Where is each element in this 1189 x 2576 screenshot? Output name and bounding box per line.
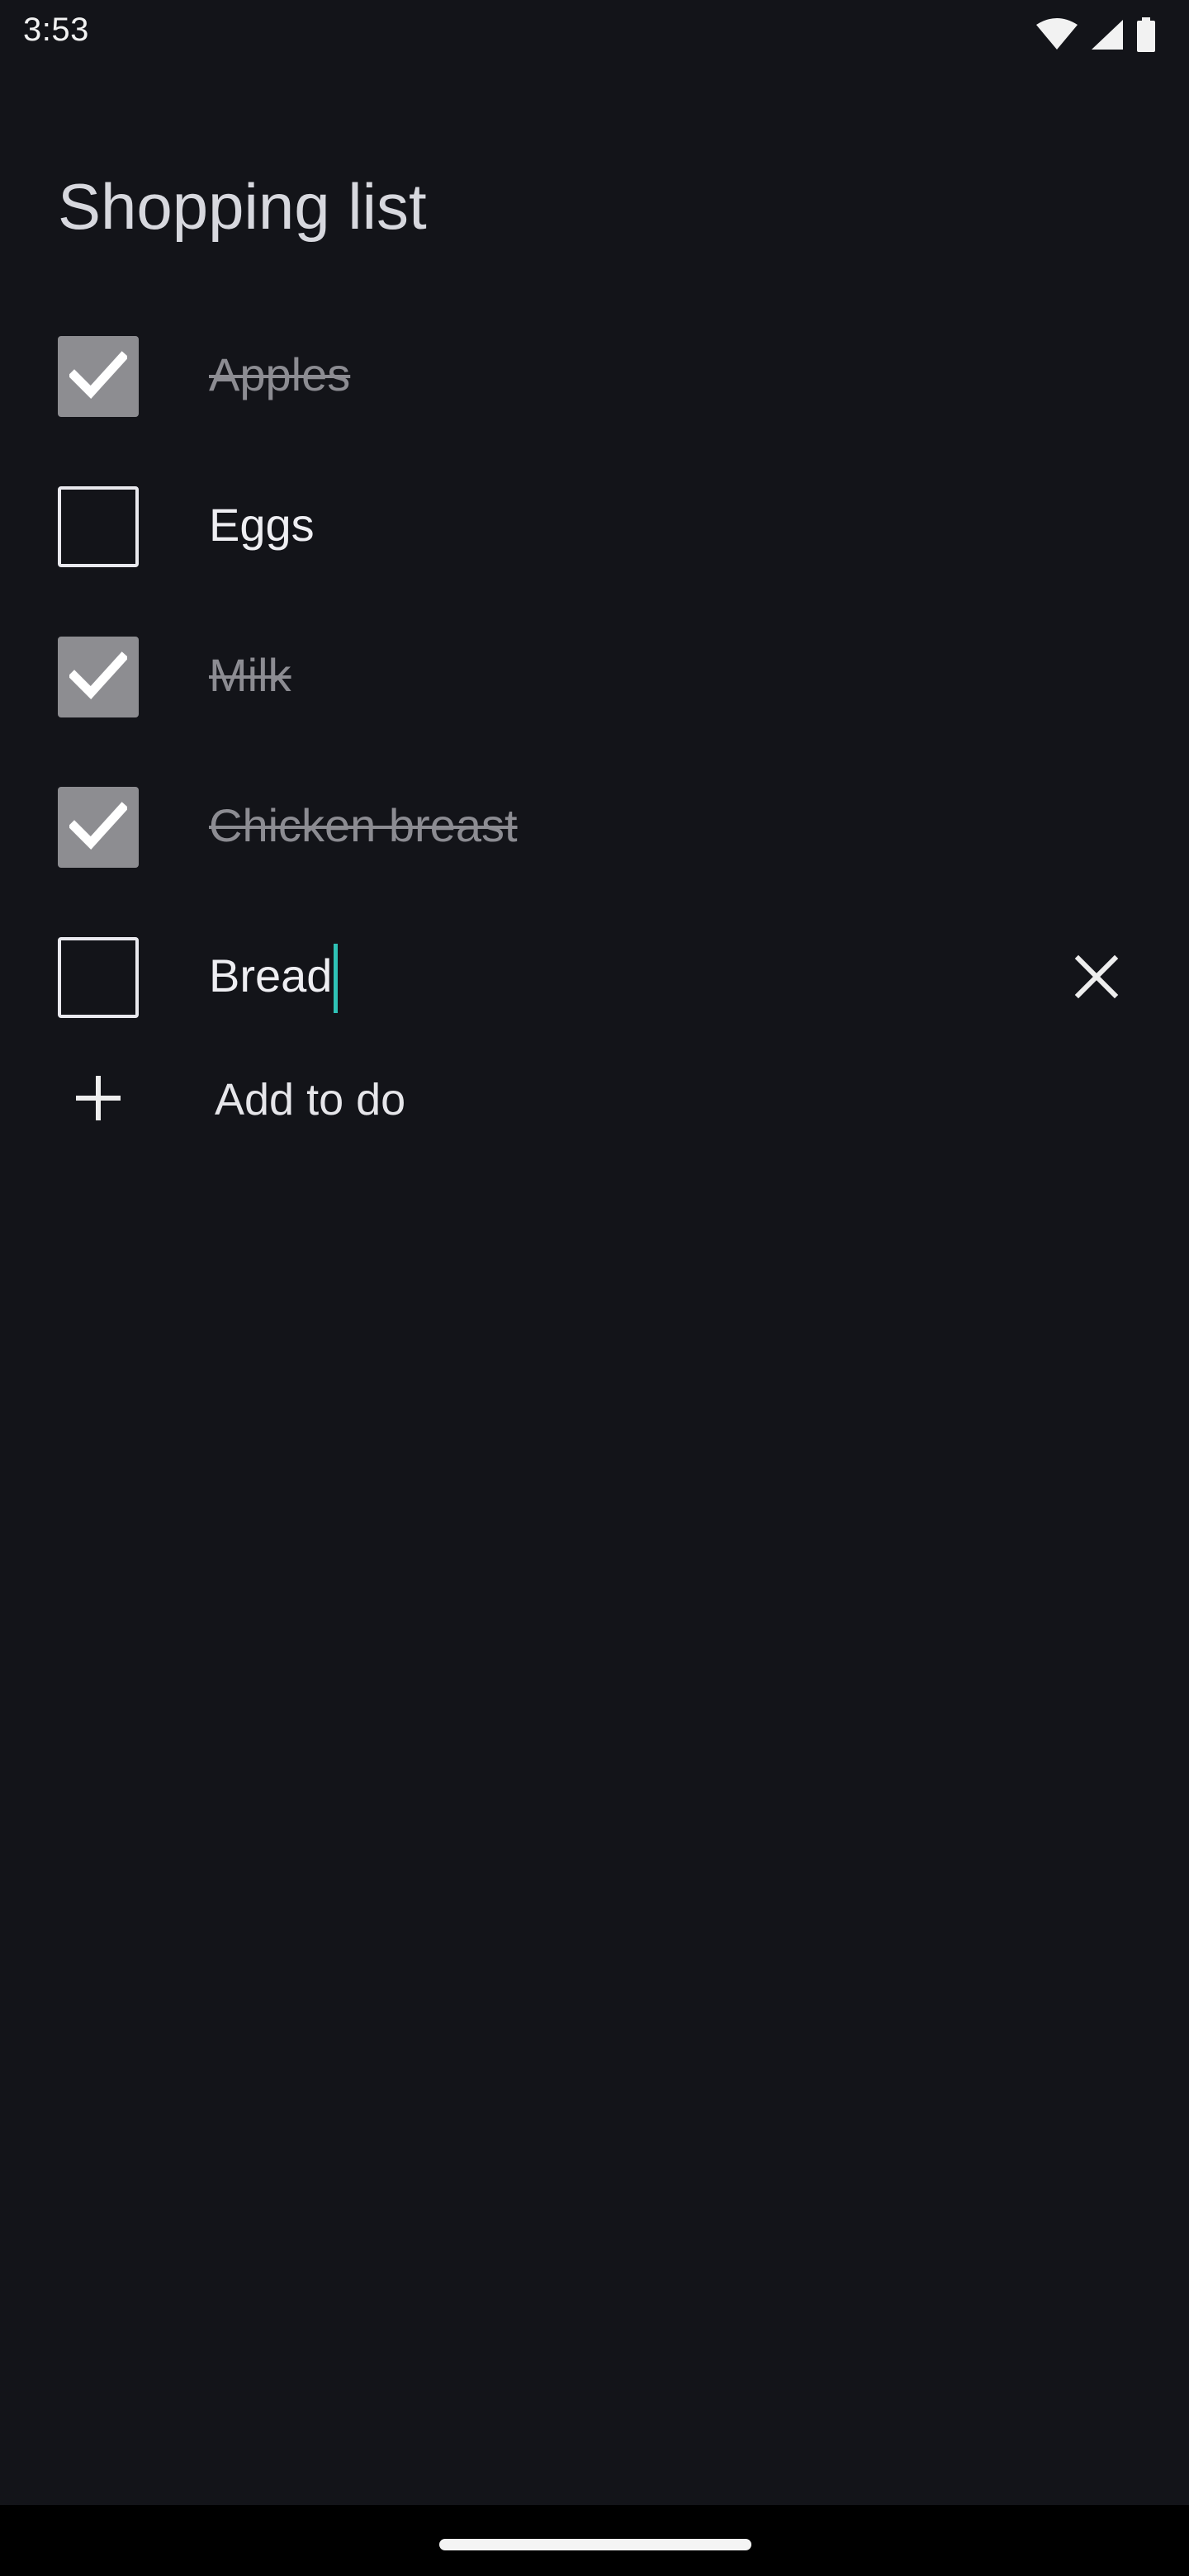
add-todo-label: Add to do xyxy=(215,1075,406,1125)
delete-button[interactable] xyxy=(1070,950,1123,1003)
signal-icon xyxy=(1090,18,1125,51)
navigation-bar xyxy=(0,2505,1189,2576)
close-icon xyxy=(1074,954,1119,999)
todo-item-eggs: Eggs xyxy=(0,468,1189,584)
check-icon xyxy=(69,651,127,699)
todo-label[interactable]: Milk xyxy=(209,648,291,702)
todo-checkbox[interactable] xyxy=(58,787,139,868)
wifi-icon xyxy=(1035,18,1078,51)
todo-item-bread: Bread xyxy=(0,919,1189,1035)
status-icons xyxy=(1035,17,1156,53)
check-icon xyxy=(69,802,127,850)
todo-edit-field[interactable]: Bread xyxy=(209,949,332,1002)
add-todo-button[interactable]: Add to do xyxy=(0,1044,1189,1152)
todo-item-chicken-breast: Chicken breast xyxy=(0,769,1189,884)
app-screen: 3:53 Shopping list Apples Eggs Milk Chic… xyxy=(0,0,1189,2576)
todo-checkbox[interactable] xyxy=(58,336,139,417)
page-title: Shopping list xyxy=(58,170,427,243)
text-cursor xyxy=(334,944,338,1013)
check-icon xyxy=(69,351,127,399)
todo-item-milk: Milk xyxy=(0,618,1189,734)
home-handle[interactable] xyxy=(439,2539,751,2550)
todo-label[interactable]: Apples xyxy=(209,348,350,401)
status-time: 3:53 xyxy=(23,12,89,48)
todo-checkbox[interactable] xyxy=(58,637,139,717)
todo-label[interactable]: Eggs xyxy=(209,498,315,552)
todo-checkbox[interactable] xyxy=(58,486,139,567)
plus-icon xyxy=(73,1073,124,1128)
todo-checkbox[interactable] xyxy=(58,937,139,1018)
todo-item-apples: Apples xyxy=(0,318,1189,433)
battery-icon xyxy=(1136,17,1156,52)
todo-label[interactable]: Chicken breast xyxy=(209,798,518,852)
status-bar: 3:53 xyxy=(0,0,1189,71)
